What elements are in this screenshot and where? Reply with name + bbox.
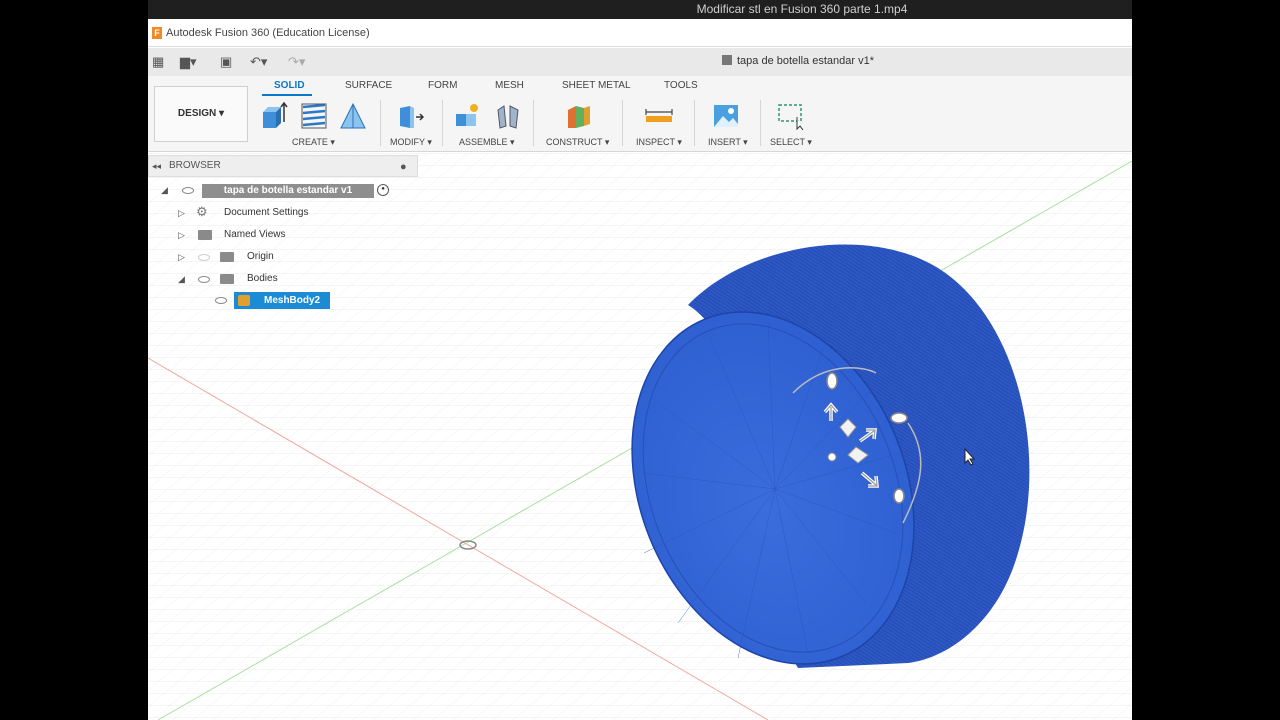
workspace-switcher-button[interactable]: DESIGN ▾ (154, 86, 248, 142)
document-title-text: tapa de botella estandar v1* (737, 55, 874, 67)
browser-title: BROWSER (169, 160, 221, 171)
browser-item-label: Origin (247, 251, 274, 262)
active-tab-indicator (262, 94, 312, 96)
visibility-eye-icon[interactable] (182, 187, 194, 194)
tab-sheet-metal[interactable]: SHEET METAL (562, 80, 631, 91)
browser-item-mesh-body[interactable]: MeshBody2 (234, 292, 330, 309)
document-cube-icon (722, 55, 732, 65)
undo-icon[interactable]: ↶▾ (250, 53, 267, 71)
new-component-icon[interactable] (454, 102, 482, 130)
video-title-bar: Modificar stl en Fusion 360 parte 1.mp4 (148, 0, 1132, 19)
tab-solid[interactable]: SOLID (274, 80, 305, 91)
browser-item-origin[interactable]: ▷ Origin (178, 248, 378, 266)
visibility-eye-icon[interactable] (215, 297, 227, 304)
visibility-eye-icon[interactable] (198, 276, 210, 283)
insert-menu[interactable]: INSERT ▾ (708, 137, 748, 148)
collapse-arrow-icon[interactable]: ◢ (178, 270, 185, 288)
gear-icon: ⚙ (196, 204, 208, 219)
expand-root-icon[interactable]: ◢ (161, 185, 168, 196)
browser-item-label: Document Settings (224, 207, 309, 218)
mesh-body-label: MeshBody2 (264, 295, 321, 306)
select-menu[interactable]: SELECT ▾ (770, 137, 812, 148)
tab-form[interactable]: FORM (428, 80, 457, 91)
collapse-browser-icon[interactable]: ◂◂ (152, 156, 161, 176)
browser-item-label: Bodies (247, 273, 278, 284)
ribbon-separator (760, 100, 761, 146)
press-pull-icon[interactable] (396, 102, 424, 130)
extrude-icon[interactable] (260, 102, 288, 130)
insert-image-icon[interactable] (712, 102, 740, 130)
browser-options-icon[interactable]: ● (400, 157, 407, 177)
assemble-menu[interactable]: ASSEMBLE ▾ (459, 137, 515, 148)
folder-icon (220, 274, 234, 284)
ribbon-separator (694, 100, 695, 146)
screen-frame: Modificar stl en Fusion 360 parte 1.mp4 … (148, 0, 1132, 720)
redo-icon[interactable]: ↷▾ (288, 53, 305, 71)
create-menu[interactable]: CREATE ▾ (292, 137, 335, 148)
browser-panel: ◂◂ BROWSER ● ◢ tapa de botella estandar … (148, 155, 418, 315)
ribbon-separator (533, 100, 534, 146)
expand-arrow-icon[interactable]: ▷ (178, 204, 185, 222)
ribbon-separator (622, 100, 623, 146)
measure-icon[interactable] (645, 102, 673, 130)
construct-menu[interactable]: CONSTRUCT ▾ (546, 137, 609, 148)
tab-mesh[interactable]: MESH (495, 80, 524, 91)
quick-access-toolbar: ▦ ▆▾ ▣ ↶▾ ↷▾ tapa de botella estandar v1… (148, 48, 1132, 76)
activate-radio-icon[interactable]: ● (377, 184, 389, 196)
video-title: Modificar stl en Fusion 360 parte 1.mp4 (696, 2, 908, 16)
browser-root-component[interactable]: tapa de botella estandar v1 (202, 184, 374, 198)
browser-item-bodies[interactable]: ◢ Bodies (178, 270, 378, 288)
folder-icon (220, 252, 234, 262)
toolbar-ribbon: DESIGN ▾ SOLID SURFACE FORM MESH SHEET M… (148, 76, 1132, 152)
browser-item-named-views[interactable]: ▷ Named Views (178, 226, 378, 244)
app-title: Autodesk Fusion 360 (Education License) (166, 27, 370, 39)
expand-arrow-icon[interactable]: ▷ (178, 226, 185, 244)
hidden-eye-icon[interactable] (198, 254, 210, 261)
save-icon[interactable]: ▣ (220, 53, 232, 71)
offset-plane-icon[interactable] (564, 102, 592, 130)
select-window-icon[interactable] (777, 102, 805, 130)
browser-item-document-settings[interactable]: ▷ ⚙ Document Settings (178, 204, 378, 222)
fusion-logo-icon: F (152, 27, 162, 39)
document-title: tapa de botella estandar v1* (722, 55, 874, 67)
expand-arrow-icon[interactable]: ▷ (178, 248, 185, 266)
tab-surface[interactable]: SURFACE (345, 80, 392, 91)
app-title-bar: F Autodesk Fusion 360 (Education License… (148, 19, 1132, 47)
loft-icon[interactable] (339, 102, 367, 130)
grid-menu-icon[interactable]: ▦ (152, 53, 164, 71)
rotate-handle-icon[interactable] (893, 488, 905, 504)
ribbon-separator (442, 100, 443, 146)
file-menu-icon[interactable]: ▆▾ (180, 53, 197, 71)
tab-tools[interactable]: TOOLS (664, 80, 698, 91)
folder-icon (198, 230, 212, 240)
mesh-body-icon (238, 295, 250, 306)
joint-icon[interactable] (494, 102, 522, 130)
browser-header[interactable]: ◂◂ BROWSER ● (148, 155, 418, 177)
browser-item-label: Named Views (224, 229, 286, 240)
coil-icon[interactable] (300, 102, 328, 130)
ribbon-separator (380, 100, 381, 146)
point-handle-icon[interactable] (827, 452, 837, 462)
inspect-menu[interactable]: INSPECT ▾ (636, 137, 682, 148)
modify-menu[interactable]: MODIFY ▾ (390, 137, 432, 148)
rotate-handle-icon[interactable] (826, 372, 838, 390)
rotate-handle-icon[interactable] (890, 412, 908, 424)
